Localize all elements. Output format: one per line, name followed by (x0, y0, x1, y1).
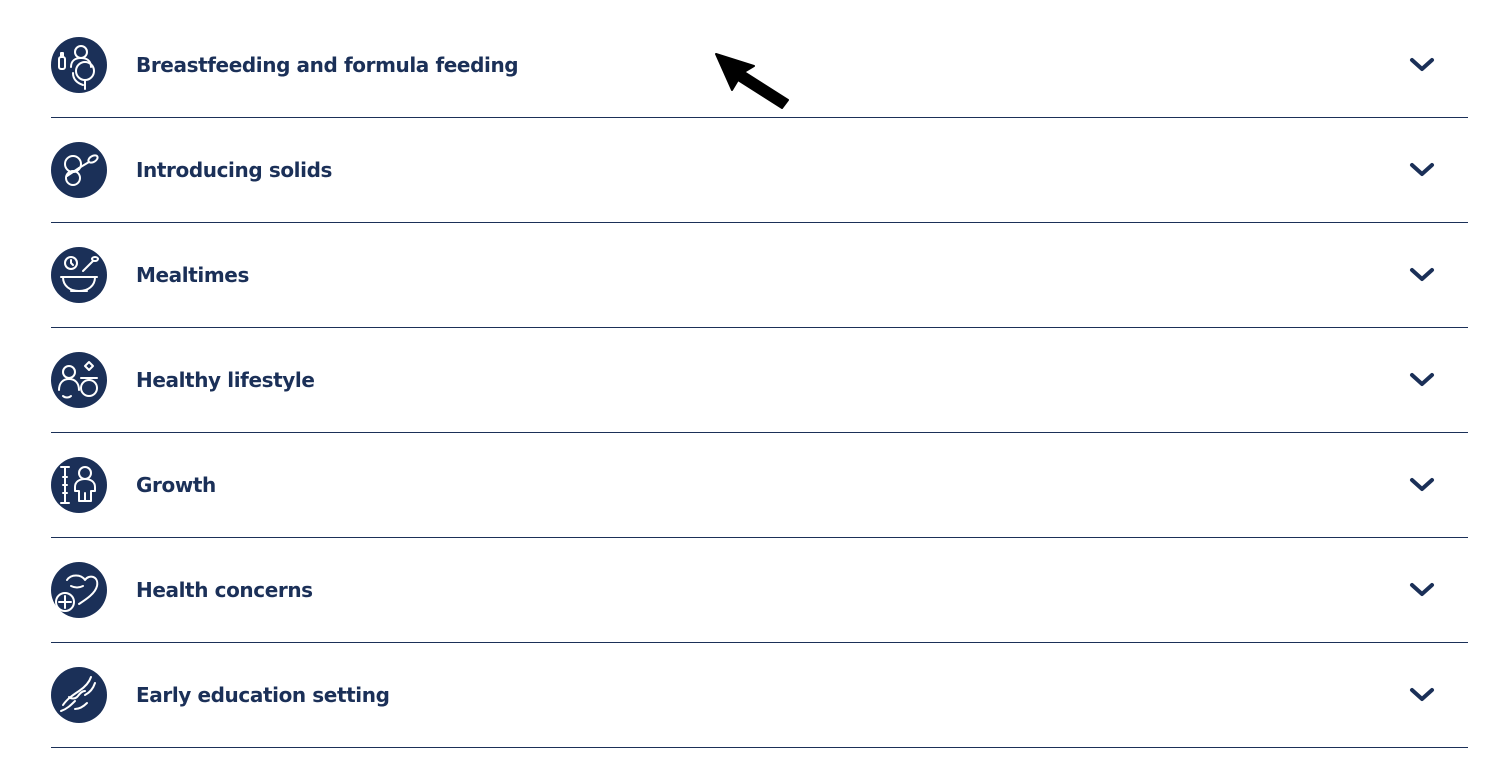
accordion-item-breastfeeding[interactable]: Breastfeeding and formula feeding (51, 12, 1468, 118)
chevron-down-icon[interactable] (1406, 574, 1438, 606)
chevron-down-icon[interactable] (1406, 259, 1438, 291)
accordion-item-label: Healthy lifestyle (136, 368, 315, 392)
chevron-down-icon[interactable] (1406, 49, 1438, 81)
parent-baby-bottle-icon (51, 36, 107, 93)
hands-icon (51, 667, 107, 723)
height-measure-icon (51, 457, 107, 513)
bowl-clock-icon (51, 247, 107, 303)
chevron-down-icon[interactable] (1406, 364, 1438, 396)
heart-plus-icon (51, 562, 107, 618)
accordion-item-mealtimes[interactable]: Mealtimes (51, 223, 1468, 328)
chevron-down-icon[interactable] (1406, 679, 1438, 711)
accordion-item-health-concerns[interactable]: Health concerns (51, 538, 1468, 643)
family-activity-icon (51, 352, 107, 408)
accordion-item-introducing-solids[interactable]: Introducing solids (51, 118, 1468, 223)
accordion-item-growth[interactable]: Growth (51, 433, 1468, 538)
accordion-item-label: Early education setting (136, 683, 390, 707)
accordion-item-label: Health concerns (136, 578, 313, 602)
accordion-item-label: Growth (136, 473, 216, 497)
accordion-item-healthy-lifestyle[interactable]: Healthy lifestyle (51, 328, 1468, 433)
chevron-down-icon[interactable] (1406, 469, 1438, 501)
spoon-icon (51, 142, 107, 198)
accordion-item-label: Breastfeeding and formula feeding (136, 52, 519, 77)
accordion-item-label: Introducing solids (136, 158, 333, 182)
chevron-down-icon[interactable] (1406, 154, 1438, 186)
accordion-item-label: Mealtimes (136, 263, 249, 287)
accordion-list: Breastfeeding and formula feeding Introd… (51, 12, 1468, 748)
accordion-item-early-education[interactable]: Early education setting (51, 643, 1468, 748)
